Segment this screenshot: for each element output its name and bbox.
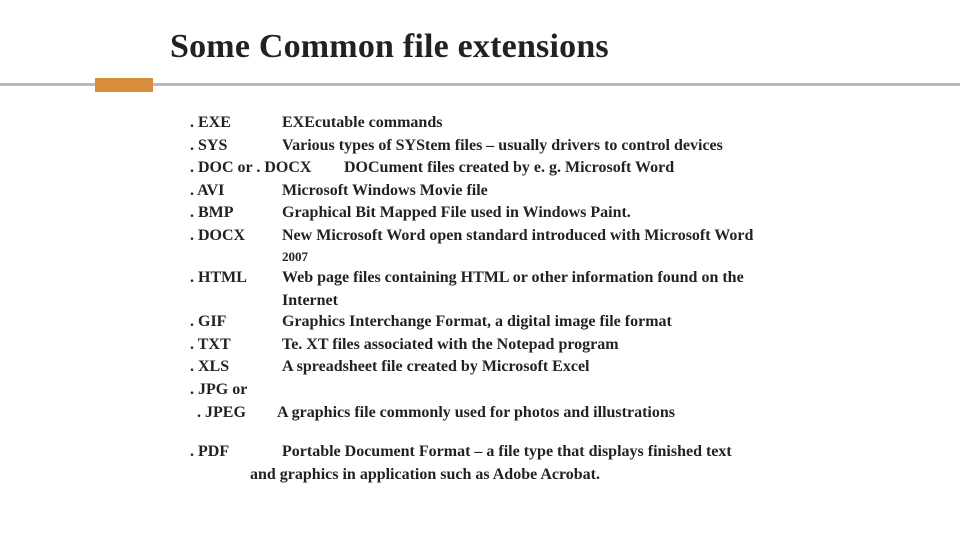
- ext-label: . HTML: [190, 267, 268, 289]
- item-avi: . AVI Microsoft Windows Movie file: [190, 180, 850, 202]
- slide-title: Some Common file extensions: [170, 28, 900, 66]
- item-html-cont: Internet: [282, 290, 850, 312]
- content: . EXE EXEcutable commands . SYS Various …: [190, 112, 850, 485]
- item-jpg: . JPG or . JPEG A graphics file commonly…: [190, 379, 850, 423]
- item-gif: . GIF Graphics Interchange Format, a dig…: [190, 311, 850, 333]
- item-exe: . EXE EXEcutable commands: [190, 112, 850, 134]
- item-docx: . DOCX New Microsoft Word open standard …: [190, 225, 850, 247]
- item-bmp: . BMP Graphical Bit Mapped File used in …: [190, 202, 850, 224]
- ext-desc: Various types of SYStem files – usually …: [282, 135, 850, 157]
- ext-label: . PDF: [190, 441, 268, 463]
- ext-label: . GIF: [190, 311, 268, 333]
- rule-accent: [95, 78, 153, 92]
- ext-label: . DOC or . DOCX: [190, 157, 330, 179]
- ext-label: . SYS: [190, 135, 268, 157]
- item-docx-sub: 2007: [282, 248, 850, 266]
- ext-desc: A spreadsheet file created by Microsoft …: [282, 356, 850, 378]
- ext-label: . TXT: [190, 334, 268, 356]
- item-sys: . SYS Various types of SYStem files – us…: [190, 135, 850, 157]
- ext-desc: Graphics Interchange Format, a digital i…: [282, 311, 850, 333]
- ext-label: . JPG or: [190, 379, 268, 401]
- ext-desc: EXEcutable commands: [282, 112, 850, 134]
- ext-label: . XLS: [190, 356, 268, 378]
- ext-label: . DOCX: [190, 225, 268, 247]
- ext-label: . EXE: [190, 112, 268, 134]
- ext-desc: New Microsoft Word open standard introdu…: [282, 225, 850, 247]
- ext-desc: Graphical Bit Mapped File used in Window…: [282, 202, 850, 224]
- title-rule: [60, 76, 900, 90]
- ext-desc: Web page files containing HTML or other …: [282, 267, 850, 289]
- ext-label: . BMP: [190, 202, 268, 224]
- item-pdf-cont: and graphics in application such as Adob…: [250, 464, 850, 486]
- item-txt: . TXT Te. XT files associated with the N…: [190, 334, 850, 356]
- ext-desc: Microsoft Windows Movie file: [282, 180, 850, 202]
- item-html: . HTML Web page files containing HTML or…: [190, 267, 850, 289]
- ext-desc: A graphics file commonly used for photos…: [277, 402, 850, 424]
- ext-desc: DOCument files created by e. g. Microsof…: [344, 157, 850, 179]
- ext-desc: Te. XT files associated with the Notepad…: [282, 334, 850, 356]
- item-pdf: . PDF Portable Document Format – a file …: [190, 441, 850, 463]
- item-xls: . XLS A spreadsheet file created by Micr…: [190, 356, 850, 378]
- ext-desc: Portable Document Format – a file type t…: [282, 441, 850, 463]
- ext-label: . AVI: [190, 180, 268, 202]
- ext-label-2: . JPEG: [193, 402, 263, 424]
- slide: Some Common file extensions . EXE EXEcut…: [0, 0, 960, 540]
- item-doc: . DOC or . DOCX DOCument files created b…: [190, 157, 850, 179]
